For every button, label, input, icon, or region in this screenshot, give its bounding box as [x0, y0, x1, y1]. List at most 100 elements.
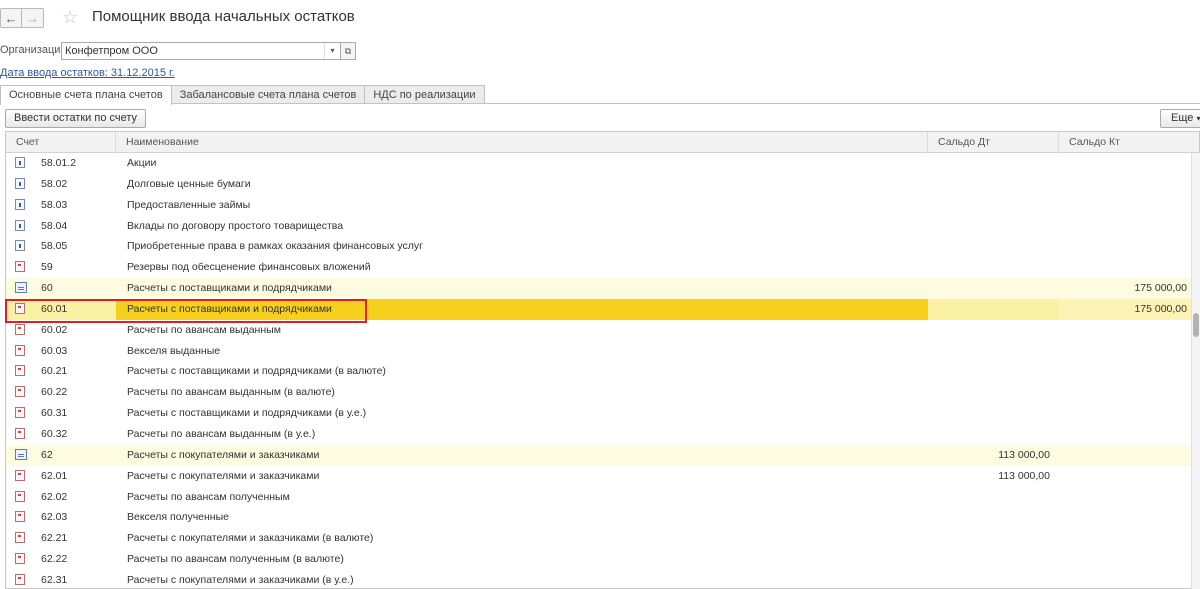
- row-credit[interactable]: [1059, 445, 1191, 466]
- tab-main-accounts[interactable]: Основные счета плана счетов: [0, 85, 172, 105]
- table-row[interactable]: 60.21 Расчеты с поставщиками и подрядчика…: [6, 361, 1191, 382]
- open-organization-button[interactable]: ⧉: [341, 42, 356, 60]
- row-account: 58.03: [41, 198, 68, 211]
- row-credit[interactable]: [1059, 570, 1191, 588]
- table-row[interactable]: 60 Расчеты с поставщиками и подрядчиками 1…: [6, 278, 1191, 299]
- row-debit[interactable]: [928, 195, 1059, 216]
- row-credit[interactable]: [1059, 424, 1191, 445]
- row-debit[interactable]: 113 000,00: [928, 445, 1059, 466]
- header-debit[interactable]: Сальдо Дт: [928, 132, 1059, 153]
- row-credit[interactable]: 175 000,00: [1059, 298, 1191, 320]
- scrollbar-thumb[interactable]: [1193, 313, 1199, 337]
- table-row[interactable]: 60.01 Расчеты с поставщиками и подрядчика…: [6, 298, 1191, 320]
- back-button[interactable]: ←: [0, 8, 22, 28]
- row-name: Акции: [127, 157, 157, 169]
- row-credit[interactable]: [1059, 382, 1191, 403]
- account-red-icon: [15, 427, 25, 439]
- table-row[interactable]: 60.32 Расчеты по авансам выданным (в у.е.…: [6, 424, 1191, 445]
- table-row[interactable]: 58.01.2 Акции: [6, 153, 1191, 174]
- row-account: 58.02: [41, 177, 68, 190]
- row-icon: [15, 153, 25, 174]
- vertical-scrollbar[interactable]: [1191, 153, 1200, 589]
- row-name: Расчеты с поставщиками и подрядчиками (в…: [127, 365, 386, 378]
- table-row[interactable]: 62.31 Расчеты с покупателями и заказчикам…: [6, 570, 1191, 588]
- row-debit[interactable]: [928, 424, 1059, 445]
- row-account: 62.21: [41, 532, 68, 545]
- organization-field[interactable]: Конфетпром ООО ▾: [61, 42, 341, 60]
- row-debit[interactable]: [928, 174, 1059, 195]
- enter-balances-button[interactable]: Ввести остатки по счету: [5, 109, 147, 128]
- row-debit[interactable]: [928, 236, 1059, 257]
- table-row[interactable]: 59 Резервы под обесценение финансовых вло…: [6, 257, 1191, 278]
- row-debit[interactable]: [928, 403, 1059, 424]
- row-credit[interactable]: [1059, 487, 1191, 508]
- row-name: Расчеты с покупателями и заказчиками (в …: [127, 573, 354, 586]
- row-debit[interactable]: [928, 298, 1059, 320]
- row-debit[interactable]: [928, 570, 1059, 588]
- row-credit[interactable]: [1059, 466, 1191, 487]
- row-account: 60.02: [41, 323, 68, 336]
- row-debit[interactable]: [928, 278, 1059, 299]
- forward-button[interactable]: →: [22, 8, 44, 28]
- table-row[interactable]: 62 Расчеты с покупателями и заказчиками 11…: [6, 444, 1191, 466]
- row-credit[interactable]: [1059, 216, 1191, 237]
- table-row[interactable]: 62.02 Расчеты по авансам полученным: [6, 487, 1191, 508]
- row-credit[interactable]: [1059, 361, 1191, 382]
- row-credit[interactable]: [1059, 341, 1191, 362]
- row-debit[interactable]: 113 000,00: [928, 466, 1059, 487]
- table-row[interactable]: 60.22 Расчеты по авансам выданным (в валю…: [6, 382, 1191, 403]
- row-credit[interactable]: [1059, 153, 1191, 174]
- table-row[interactable]: 62.21 Расчеты с покупателями и заказчикам…: [6, 528, 1191, 549]
- account-red-icon: [15, 365, 25, 377]
- table-row[interactable]: 62.03 Векселя полученные: [6, 507, 1191, 528]
- header-account[interactable]: Счет: [6, 132, 116, 153]
- account-icon: [15, 240, 25, 252]
- row-credit[interactable]: [1059, 195, 1191, 216]
- row-debit[interactable]: [928, 257, 1059, 278]
- row-debit[interactable]: [928, 216, 1059, 237]
- tab-vat-sales[interactable]: НДС по реализации: [364, 85, 485, 104]
- row-icon: [15, 320, 25, 341]
- account-icon: [15, 177, 25, 189]
- table-row[interactable]: 58.02 Долговые ценные бумаги: [6, 174, 1191, 195]
- row-debit[interactable]: [928, 361, 1059, 382]
- row-credit[interactable]: [1059, 528, 1191, 549]
- row-credit[interactable]: [1059, 236, 1191, 257]
- tab-divider: [0, 103, 1200, 104]
- row-debit[interactable]: [928, 382, 1059, 403]
- more-button[interactable]: Еще ▾: [1160, 109, 1200, 128]
- table-row[interactable]: 60.03 Векселя выданные: [6, 341, 1191, 362]
- header-credit[interactable]: Сальдо Кт: [1059, 132, 1199, 153]
- row-debit[interactable]: [928, 153, 1059, 174]
- row-credit[interactable]: [1059, 549, 1191, 570]
- row-credit[interactable]: [1059, 507, 1191, 528]
- row-name: Расчеты с поставщиками и подрядчиками (в…: [127, 407, 367, 420]
- arrow-right-icon: →: [26, 10, 39, 26]
- chevron-down-icon[interactable]: ▾: [324, 43, 340, 59]
- tab-off-balance-accounts[interactable]: Забалансовые счета плана счетов: [170, 85, 366, 104]
- date-link[interactable]: Дата ввода остатков: 31.12.2015 г.: [0, 67, 175, 79]
- favorite-star-icon[interactable]: ☆: [62, 6, 78, 28]
- row-debit[interactable]: [928, 549, 1059, 570]
- row-credit[interactable]: [1059, 174, 1191, 195]
- table-row[interactable]: 62.01 Расчеты с покупателями и заказчикам…: [6, 466, 1191, 487]
- table-row[interactable]: 58.05 Приобретенные права в рамках оказан…: [6, 236, 1191, 257]
- row-credit[interactable]: [1059, 320, 1191, 341]
- row-debit[interactable]: [928, 528, 1059, 549]
- row-account: 62.22: [41, 553, 68, 566]
- table-row[interactable]: 60.31 Расчеты с поставщиками и подрядчика…: [6, 403, 1191, 424]
- table-row[interactable]: 58.04 Вклады по договору простого товарищ…: [6, 216, 1191, 237]
- row-debit[interactable]: [928, 320, 1059, 341]
- row-credit[interactable]: 175 000,00: [1059, 278, 1191, 299]
- row-credit[interactable]: [1059, 257, 1191, 278]
- row-credit[interactable]: [1059, 403, 1191, 424]
- header-name[interactable]: Наименование: [116, 132, 928, 153]
- row-debit[interactable]: [928, 487, 1059, 508]
- page-title: Помощник ввода начальных остатков: [92, 8, 355, 25]
- table-row[interactable]: 60.02 Расчеты по авансам выданным: [6, 320, 1191, 341]
- table-row[interactable]: 62.22 Расчеты по авансам полученным (в ва…: [6, 549, 1191, 570]
- row-debit[interactable]: [928, 341, 1059, 362]
- row-icon: [15, 445, 27, 466]
- row-debit[interactable]: [928, 507, 1059, 528]
- table-row[interactable]: 58.03 Предоставленные займы: [6, 195, 1191, 216]
